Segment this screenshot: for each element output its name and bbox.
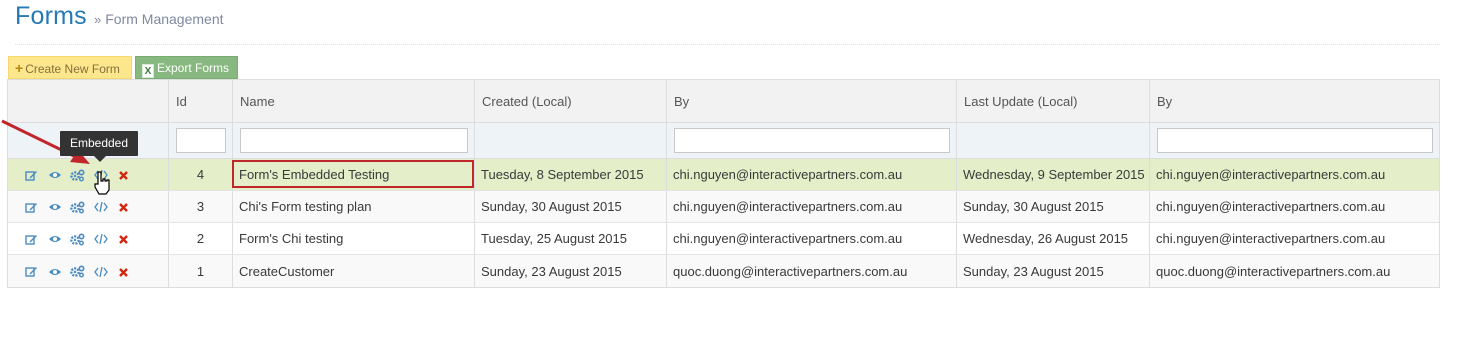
edit-icon[interactable] <box>20 167 43 181</box>
settings-icon[interactable] <box>66 231 89 246</box>
breadcrumb-separator: » <box>94 12 102 27</box>
row-actions <box>8 223 169 254</box>
cell-id: 1 <box>169 255 233 287</box>
edit-icon[interactable] <box>20 264 43 278</box>
filter-created-by-cell <box>667 123 957 158</box>
view-icon[interactable] <box>43 264 66 278</box>
cell-name[interactable]: Form's Embedded Testing <box>233 159 475 190</box>
embed-code-icon[interactable] <box>89 232 112 246</box>
cell-name[interactable]: Chi's Form testing plan <box>233 191 475 222</box>
cell-id: 4 <box>169 159 233 190</box>
cell-last-update: Sunday, 23 August 2015 <box>957 255 1150 287</box>
plus-icon: + <box>15 60 24 76</box>
header-last-update[interactable]: Last Update (Local) <box>957 80 1150 122</box>
header-name[interactable]: Name <box>233 80 475 122</box>
cell-updated-by: chi.nguyen@interactivepartners.com.au <box>1156 231 1386 246</box>
cell-updated-by: chi.nguyen@interactivepartners.com.au <box>1156 167 1386 182</box>
table-row[interactable]: 2 Form's Chi testing Tuesday, 25 August 20… <box>8 223 1439 255</box>
cell-updated-by: quoc.duong@interactivepartners.com.au <box>1156 263 1391 279</box>
cell-created: Sunday, 30 August 2015 <box>475 191 667 222</box>
settings-icon[interactable] <box>66 264 89 278</box>
delete-icon[interactable] <box>112 264 135 279</box>
header-updated-by[interactable]: By <box>1150 80 1439 122</box>
filter-created-by-input[interactable] <box>673 128 950 153</box>
header-created-by[interactable]: By <box>667 80 957 122</box>
cell-id: 2 <box>169 223 233 254</box>
create-new-form-label: Create New Form <box>25 62 120 76</box>
row-actions <box>8 191 169 222</box>
edit-icon[interactable] <box>20 231 43 245</box>
create-new-form-button[interactable]: + Create New Form <box>8 56 132 79</box>
table-row[interactable]: 1 CreateCustomer Sunday, 23 August 2015 quo… <box>8 255 1439 287</box>
filter-id-input[interactable] <box>175 128 226 153</box>
view-icon[interactable] <box>43 232 66 246</box>
delete-icon[interactable] <box>112 231 135 246</box>
embedded-tooltip: Embedded <box>60 131 138 162</box>
cell-name[interactable]: Form's Chi testing <box>233 223 475 254</box>
page-title: Forms <box>15 2 87 30</box>
cell-id: 3 <box>169 191 233 222</box>
row-actions <box>8 255 169 287</box>
cell-updated-by: chi.nguyen@interactivepartners.com.au <box>1156 199 1386 214</box>
embed-code-icon[interactable] <box>89 168 112 182</box>
cell-name[interactable]: CreateCustomer <box>233 255 475 287</box>
page-header: Forms » Form Management <box>15 0 1440 45</box>
filter-name-input[interactable] <box>239 128 468 153</box>
embed-code-icon[interactable] <box>89 200 112 214</box>
cell-created-by: chi.nguyen@interactivepartners.com.au <box>667 223 957 254</box>
cell-created: Tuesday, 25 August 2015 <box>475 223 667 254</box>
header-id[interactable]: Id <box>169 80 233 122</box>
embed-code-icon[interactable] <box>89 264 112 278</box>
filter-last-update-cell <box>957 123 1150 158</box>
filter-created-cell <box>475 123 667 158</box>
export-forms-button[interactable]: X Export Forms <box>135 56 238 79</box>
filter-updated-by-cell <box>1150 123 1439 158</box>
delete-icon[interactable] <box>112 199 135 214</box>
export-forms-label: Export Forms <box>157 61 230 75</box>
header-actions <box>8 80 169 122</box>
table-row[interactable]: 4 Form's Embedded Testing Tuesday, 8 Septe… <box>8 159 1439 191</box>
excel-icon: X <box>142 64 154 78</box>
settings-icon[interactable] <box>66 167 89 182</box>
header-created[interactable]: Created (Local) <box>475 80 667 122</box>
cell-created: Sunday, 23 August 2015 <box>475 255 667 287</box>
cell-last-update: Wednesday, 26 August 2015 <box>957 223 1150 254</box>
table-filter-row <box>8 123 1439 159</box>
cell-last-update: Wednesday, 9 September 2015 <box>957 159 1150 190</box>
cell-created-by: chi.nguyen@interactivepartners.com.au <box>667 191 957 222</box>
cell-created-by: chi.nguyen@interactivepartners.com.au <box>667 159 957 190</box>
cell-last-update: Sunday, 30 August 2015 <box>957 191 1150 222</box>
filter-name-cell <box>233 123 475 158</box>
table-row[interactable]: 3 Chi's Form testing plan Sunday, 30 Augus… <box>8 191 1439 223</box>
filter-updated-by-input[interactable] <box>1156 128 1433 153</box>
delete-icon[interactable] <box>112 167 135 182</box>
settings-icon[interactable] <box>66 199 89 214</box>
view-icon[interactable] <box>43 168 66 182</box>
page-subtitle: » Form Management <box>94 11 224 27</box>
page-subtitle-text: Form Management <box>105 11 224 27</box>
filter-id-cell <box>169 123 233 158</box>
cell-created-by: quoc.duong@interactivepartners.com.au <box>667 255 957 287</box>
cell-created: Tuesday, 8 September 2015 <box>475 159 667 190</box>
edit-icon[interactable] <box>20 199 43 213</box>
forms-table: Id Name Created (Local) By Last Update (… <box>7 79 1440 288</box>
view-icon[interactable] <box>43 200 66 214</box>
table-header-row: Id Name Created (Local) By Last Update (… <box>8 80 1439 123</box>
row-actions <box>8 159 169 190</box>
